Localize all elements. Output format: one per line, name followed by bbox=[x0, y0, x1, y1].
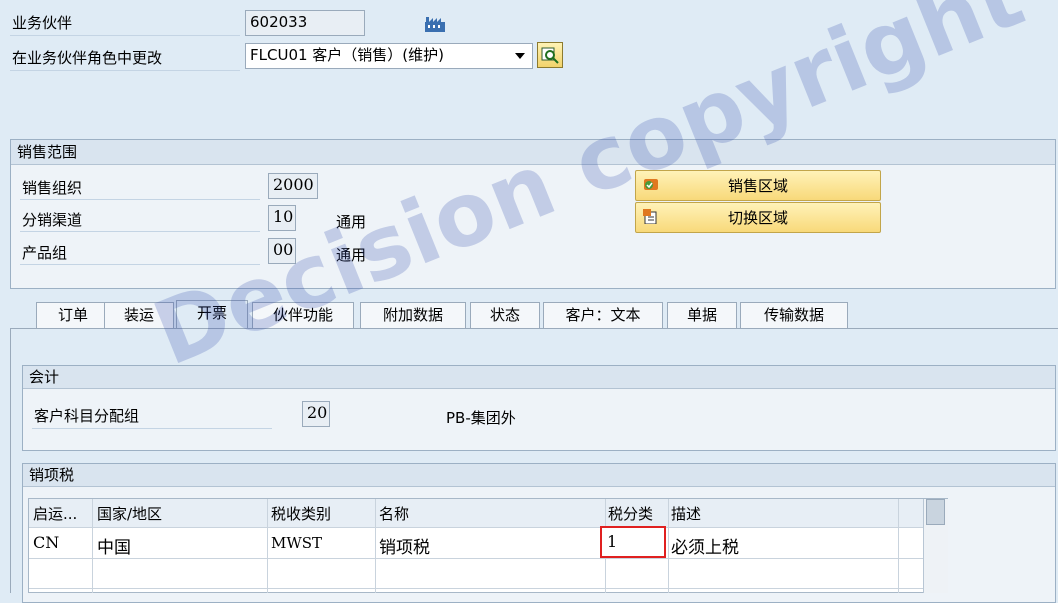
role-label-underline bbox=[10, 70, 240, 71]
acct-group-field[interactable]: 20 bbox=[302, 401, 330, 427]
grid-divider bbox=[898, 499, 899, 593]
cell-country: 中国 bbox=[97, 538, 131, 558]
channel-label: 分销渠道 bbox=[22, 211, 83, 229]
scrollbar-thumb[interactable] bbox=[926, 499, 945, 525]
role-label: 在业务伙伴角色中更改 bbox=[12, 49, 163, 67]
sales-area-button-label: 销售区域 bbox=[727, 177, 788, 195]
cell-name: 销项税 bbox=[379, 538, 430, 558]
division-desc: 通用 bbox=[336, 246, 367, 264]
grid-row-divider bbox=[29, 558, 923, 559]
accounting-title: 会计 bbox=[23, 366, 1055, 389]
cell-description: 必须上税 bbox=[671, 538, 739, 558]
chevron-down-icon[interactable] bbox=[514, 52, 526, 60]
factory-icon[interactable] bbox=[424, 15, 446, 33]
display-role-button[interactable] bbox=[537, 42, 563, 68]
grid-scrollbar[interactable] bbox=[923, 499, 948, 593]
sales-org-underline bbox=[20, 199, 260, 200]
grid-row-divider bbox=[29, 588, 923, 589]
col-header-tax-category[interactable]: 税收类别 bbox=[271, 503, 371, 524]
sales-org-label: 销售组织 bbox=[22, 179, 83, 197]
channel-desc: 通用 bbox=[336, 213, 367, 231]
grid-divider bbox=[92, 499, 93, 593]
division-field[interactable]: 00 bbox=[268, 238, 296, 264]
grid-divider bbox=[375, 499, 376, 593]
sales-area-title: 销售范围 bbox=[11, 140, 1055, 165]
switch-area-button[interactable]: 切换区域 bbox=[635, 202, 881, 233]
accounting-panel: 会计 bbox=[22, 365, 1056, 451]
bp-label-underline bbox=[10, 35, 240, 36]
col-header-departure[interactable]: 启运... bbox=[33, 503, 91, 524]
col-header-tax-class[interactable]: 税分类 bbox=[608, 503, 668, 524]
col-header-description[interactable]: 描述 bbox=[671, 503, 891, 524]
tab-partner-functions[interactable]: 伙伴功能 bbox=[252, 302, 354, 328]
sales-org-field[interactable]: 2000 bbox=[268, 173, 318, 199]
tab-customer-text[interactable]: 客户：文本 bbox=[543, 302, 663, 328]
output-tax-title: 销项税 bbox=[23, 464, 1055, 487]
bp-label: 业务伙伴 bbox=[12, 14, 73, 32]
tab-additional-data[interactable]: 附加数据 bbox=[360, 302, 466, 328]
sales-area-panel: 销售范围 bbox=[10, 139, 1056, 289]
channel-underline bbox=[20, 231, 260, 232]
acct-group-label: 客户科目分配组 bbox=[34, 407, 140, 425]
tab-billing[interactable]: 开票 bbox=[176, 300, 248, 328]
cell-tax-class: 1 bbox=[607, 532, 618, 551]
acct-group-underline bbox=[32, 428, 272, 429]
grid-divider bbox=[267, 499, 268, 593]
cell-departure: CN bbox=[33, 533, 60, 552]
role-dropdown[interactable]: FLCU01 客户（销售）(维护) bbox=[245, 43, 533, 69]
acct-group-desc: PB-集团外 bbox=[446, 409, 516, 427]
col-header-country[interactable]: 国家/地区 bbox=[97, 503, 267, 524]
tab-status[interactable]: 状态 bbox=[470, 302, 540, 328]
bp-number-field[interactable]: 602033 bbox=[245, 10, 365, 36]
division-underline bbox=[20, 264, 260, 265]
grid-row-divider bbox=[29, 527, 923, 528]
tab-transfer-data[interactable]: 传输数据 bbox=[740, 302, 848, 328]
cell-tax-category: MWST bbox=[271, 534, 323, 552]
tab-documents[interactable]: 单据 bbox=[667, 302, 737, 328]
grid-divider bbox=[668, 499, 669, 593]
sales-area-button[interactable]: 销售区域 bbox=[635, 170, 881, 201]
division-label: 产品组 bbox=[22, 244, 68, 262]
tab-order[interactable]: 订单 bbox=[36, 302, 110, 328]
tab-shipping[interactable]: 装运 bbox=[104, 302, 174, 328]
channel-field[interactable]: 10 bbox=[268, 205, 296, 231]
col-header-name[interactable]: 名称 bbox=[379, 503, 603, 524]
magnifier-icon bbox=[541, 47, 559, 64]
switch-area-button-label: 切换区域 bbox=[727, 209, 788, 227]
tax-class-input[interactable]: 1 bbox=[600, 526, 666, 558]
